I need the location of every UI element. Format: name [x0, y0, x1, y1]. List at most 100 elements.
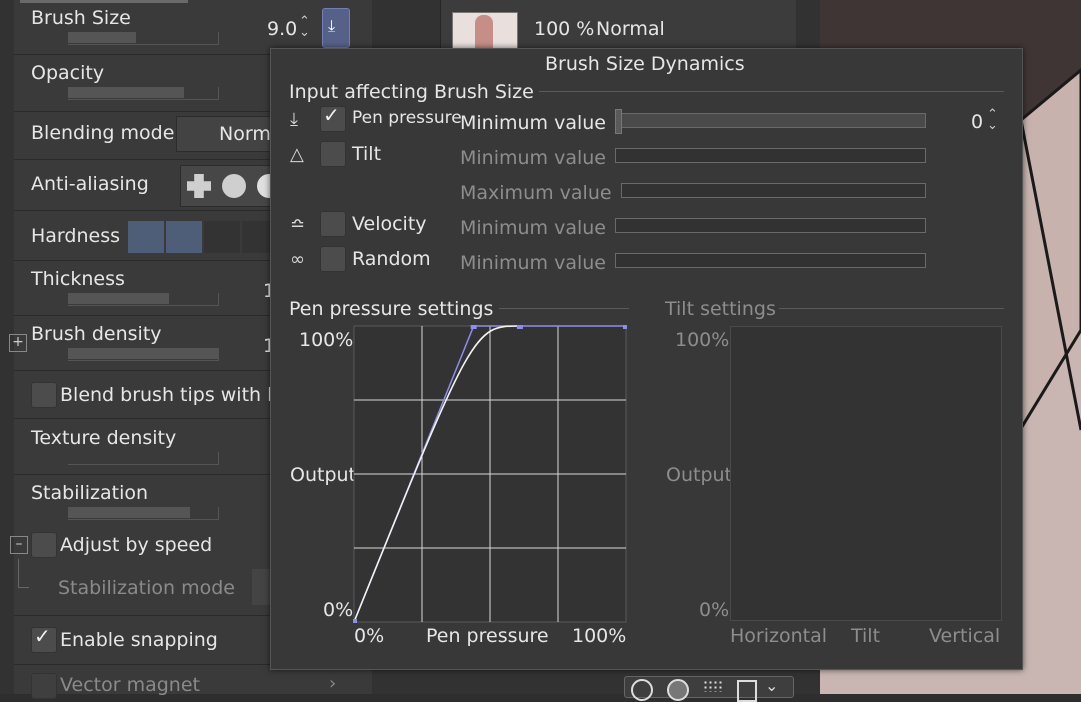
brush-size-dynamics-button[interactable]: ⤓ [322, 8, 350, 48]
blend-brush-tips-label: Blend brush tips with l [60, 384, 273, 406]
layer-thumbnail [452, 12, 518, 52]
aa-weak-icon[interactable] [222, 174, 246, 198]
layer-row[interactable]: 100 % Normal [440, 0, 796, 52]
tilt-label: Tilt [352, 143, 382, 165]
thickness-label: Thickness [31, 268, 125, 290]
check-icon: ✓ [323, 103, 340, 127]
overlap-icon[interactable] [667, 679, 689, 701]
tilt-icon: △ [290, 144, 304, 165]
thickness-slider[interactable] [68, 293, 219, 306]
tilt-curve-graph [730, 326, 1002, 621]
tilt-settings-rule [779, 308, 1004, 309]
tilt-x-mid: Tilt [851, 625, 881, 647]
vector-magnet-checkbox[interactable] [31, 673, 57, 699]
pen-pressure-checkbox[interactable]: ✓ [320, 103, 346, 132]
circle-icon[interactable] [631, 679, 653, 701]
random-label: Random [352, 248, 431, 270]
curve-control-point[interactable] [516, 325, 523, 329]
input-section-title: Input affecting Brush Size [289, 81, 534, 103]
curve-control-point[interactable] [353, 619, 357, 623]
enable-snapping-label: Enable snapping [60, 629, 218, 651]
pen-pressure-icon: ⤓ [290, 109, 298, 130]
brush-size-dynamics-dialog: Brush Size Dynamics Input affecting Brus… [270, 48, 1023, 670]
layer-grid-left [372, 0, 441, 50]
slider-handle[interactable] [615, 109, 622, 134]
pp-x-mid: Pen pressure [426, 625, 549, 647]
stabilization-slider[interactable] [68, 507, 219, 520]
check-icon: ✓ [34, 624, 51, 648]
hardness-option-3[interactable] [204, 221, 240, 253]
tilt-max-slider[interactable] [621, 183, 926, 198]
curve-control-point[interactable] [470, 325, 477, 329]
chevron-right-icon[interactable]: › [329, 673, 336, 694]
tilt-max-label: Maximum value [460, 182, 612, 204]
curve-control-point[interactable] [623, 325, 627, 329]
pen-pressure-min-label: Minimum value [460, 112, 606, 134]
dots-icon[interactable] [703, 680, 723, 692]
aa-none-icon[interactable] [187, 174, 211, 198]
tilt-min-slider[interactable] [615, 148, 926, 163]
pen-pressure-spin-icon[interactable]: ⌃ ⌄ [987, 108, 998, 132]
tilt-checkbox[interactable] [320, 141, 346, 167]
blending-mode-value: Norm [219, 123, 271, 145]
pp-x-left: 0% [354, 625, 385, 647]
pp-y-mid: Output [290, 464, 356, 486]
opacity-label: Opacity [31, 62, 105, 84]
dialog-title: Brush Size Dynamics [545, 53, 745, 75]
pen-pressure-min-slider[interactable] [615, 109, 926, 134]
random-checkbox[interactable] [320, 246, 346, 272]
velocity-min-slider[interactable] [615, 218, 926, 233]
layer-opacity: 100 % [534, 18, 595, 40]
square-dropdown-icon[interactable] [737, 680, 757, 702]
velocity-checkbox[interactable] [320, 211, 346, 237]
random-icon: ∞ [290, 249, 305, 270]
tilt-settings-title: Tilt settings [665, 298, 776, 320]
layer-blend-mode: Normal [596, 18, 665, 40]
texture-density-slider[interactable] [68, 452, 219, 465]
hardness-option-1[interactable] [128, 221, 164, 253]
velocity-icon: ≏ [290, 214, 306, 235]
tilt-y-mid: Output [666, 464, 732, 486]
pen-pressure-icon: ⤓ [328, 16, 336, 35]
collapse-minus-icon[interactable]: – [10, 536, 28, 554]
pp-x-right: 100% [572, 625, 627, 647]
pen-pressure-settings-rule [499, 308, 629, 309]
hardness-label: Hardness [31, 225, 120, 247]
expand-plus-icon[interactable]: + [9, 334, 27, 352]
slider-fill [68, 32, 136, 43]
pen-pressure-min-value[interactable]: 0 [971, 111, 983, 133]
pen-pressure-label: Pen pressure [352, 108, 462, 128]
pen-pressure-settings-title: Pen pressure settings [289, 298, 494, 320]
hardness-option-2[interactable] [166, 221, 202, 253]
pp-y-top: 100% [299, 329, 354, 351]
slider-fill [68, 348, 218, 359]
adjust-by-speed-checkbox[interactable] [31, 532, 57, 558]
anti-aliasing-selector[interactable] [180, 165, 282, 207]
brush-size-row: Brush Size 9.0 ⌃ ⌄ ⤓ [14, 0, 372, 55]
thumbnail-figure [475, 15, 493, 51]
random-min-slider[interactable] [615, 253, 926, 268]
velocity-label: Velocity [352, 213, 427, 235]
slider-fill [68, 87, 184, 98]
chevron-down-icon[interactable]: ⌄ [765, 676, 778, 695]
brush-density-slider[interactable] [68, 348, 219, 361]
layer-shape-toolbar: ⌄ [624, 676, 794, 702]
brush-density-label: Brush density [31, 323, 162, 345]
adjust-by-speed-label: Adjust by speed [60, 534, 213, 556]
velocity-min-label: Minimum value [460, 217, 606, 239]
blending-mode-label: Blending mode [31, 122, 175, 144]
tilt-x-right: Vertical [929, 625, 1001, 647]
blend-brush-tips-checkbox[interactable] [31, 382, 57, 408]
opacity-slider[interactable] [68, 87, 219, 100]
brush-size-spin-icon[interactable]: ⌃ ⌄ [299, 15, 310, 39]
pen-pressure-curve-graph[interactable] [353, 325, 627, 623]
tilt-y-bottom: 0% [699, 599, 730, 621]
random-min-label: Minimum value [460, 252, 606, 274]
enable-snapping-checkbox[interactable]: ✓ [31, 624, 57, 653]
slider-fill [68, 507, 190, 518]
brush-size-value[interactable]: 9.0 [267, 18, 297, 40]
brush-size-slider[interactable] [68, 32, 219, 45]
vector-magnet-label: Vector magnet [60, 674, 200, 696]
slider-fill [68, 293, 169, 304]
stabilization-mode-icon[interactable] [252, 569, 272, 605]
